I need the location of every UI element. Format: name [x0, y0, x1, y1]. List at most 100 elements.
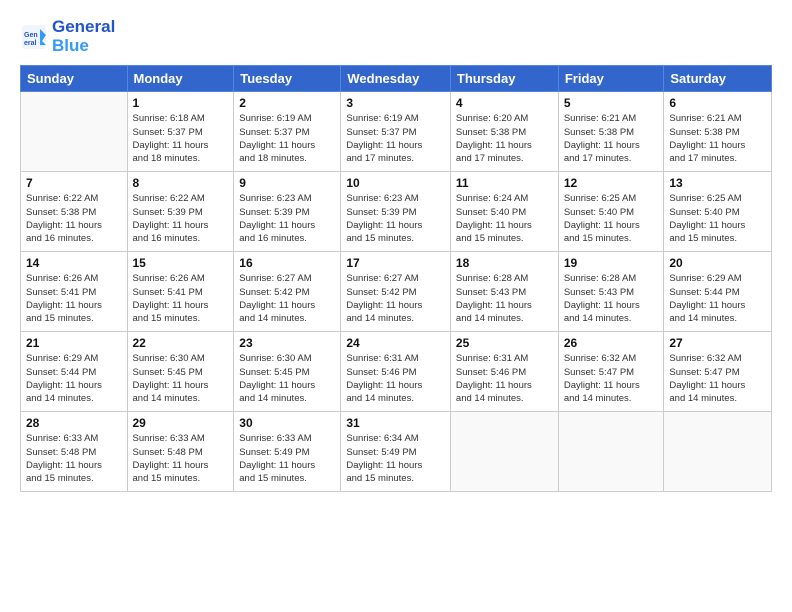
day-cell: 18 Sunrise: 6:28 AM Sunset: 5:43 PM Dayli… [450, 252, 558, 332]
day-info: Sunrise: 6:32 AM Sunset: 5:47 PM Dayligh… [564, 352, 659, 405]
day-cell: 24 Sunrise: 6:31 AM Sunset: 5:46 PM Dayli… [341, 332, 451, 412]
weekday-header-thursday: Thursday [450, 66, 558, 92]
day-info: Sunrise: 6:23 AM Sunset: 5:39 PM Dayligh… [346, 192, 445, 245]
day-cell: 12 Sunrise: 6:25 AM Sunset: 5:40 PM Dayli… [558, 172, 664, 252]
day-number: 19 [564, 256, 659, 270]
day-number: 30 [239, 416, 335, 430]
day-number: 21 [26, 336, 122, 350]
day-cell: 23 Sunrise: 6:30 AM Sunset: 5:45 PM Dayli… [234, 332, 341, 412]
day-info: Sunrise: 6:27 AM Sunset: 5:42 PM Dayligh… [346, 272, 445, 325]
day-cell [558, 412, 664, 492]
day-cell: 8Sunrise: 6:22 AM Sunset: 5:39 PM Daylig… [127, 172, 234, 252]
day-cell [450, 412, 558, 492]
day-number: 16 [239, 256, 335, 270]
day-cell: 25 Sunrise: 6:31 AM Sunset: 5:46 PM Dayli… [450, 332, 558, 412]
day-number: 18 [456, 256, 553, 270]
day-number: 23 [239, 336, 335, 350]
day-info: Sunrise: 6:28 AM Sunset: 5:43 PM Dayligh… [456, 272, 553, 325]
day-info: Sunrise: 6:25 AM Sunset: 5:40 PM Dayligh… [564, 192, 659, 245]
logo-icon: Gen eral [20, 23, 48, 51]
day-info: Sunrise: 6:31 AM Sunset: 5:46 PM Dayligh… [346, 352, 445, 405]
day-number: 17 [346, 256, 445, 270]
day-cell: 22 Sunrise: 6:30 AM Sunset: 5:45 PM Dayli… [127, 332, 234, 412]
weekday-header-row: SundayMondayTuesdayWednesdayThursdayFrid… [21, 66, 772, 92]
day-info: Sunrise: 6:30 AM Sunset: 5:45 PM Dayligh… [133, 352, 229, 405]
day-info: Sunrise: 6:26 AM Sunset: 5:41 PM Dayligh… [133, 272, 229, 325]
day-number: 8 [133, 176, 229, 190]
day-number: 20 [669, 256, 766, 270]
weekday-header-tuesday: Tuesday [234, 66, 341, 92]
day-number: 6 [669, 96, 766, 110]
day-cell: 29 Sunrise: 6:33 AM Sunset: 5:48 PM Dayli… [127, 412, 234, 492]
day-cell: 4Sunrise: 6:20 AM Sunset: 5:38 PM Daylig… [450, 92, 558, 172]
day-cell: 2 Sunrise: 6:19 AM Sunset: 5:37 PM Daylig… [234, 92, 341, 172]
svg-text:eral: eral [24, 40, 37, 47]
day-number: 2 [239, 96, 335, 110]
day-cell: 28Sunrise: 6:33 AM Sunset: 5:48 PM Dayli… [21, 412, 128, 492]
day-cell: 17 Sunrise: 6:27 AM Sunset: 5:42 PM Dayli… [341, 252, 451, 332]
day-info: Sunrise: 6:21 AM Sunset: 5:38 PM Dayligh… [564, 112, 659, 165]
day-info: Sunrise: 6:28 AM Sunset: 5:43 PM Dayligh… [564, 272, 659, 325]
day-number: 7 [26, 176, 122, 190]
day-info: Sunrise: 6:33 AM Sunset: 5:49 PM Dayligh… [239, 432, 335, 485]
day-cell: 11 Sunrise: 6:24 AM Sunset: 5:40 PM Dayli… [450, 172, 558, 252]
day-info: Sunrise: 6:30 AM Sunset: 5:45 PM Dayligh… [239, 352, 335, 405]
calendar: SundayMondayTuesdayWednesdayThursdayFrid… [20, 65, 772, 492]
day-number: 9 [239, 176, 335, 190]
day-cell: 15 Sunrise: 6:26 AM Sunset: 5:41 PM Dayli… [127, 252, 234, 332]
day-cell: 27 Sunrise: 6:32 AM Sunset: 5:47 PM Dayli… [664, 332, 772, 412]
day-info: Sunrise: 6:20 AM Sunset: 5:38 PM Dayligh… [456, 112, 553, 165]
day-cell: 19 Sunrise: 6:28 AM Sunset: 5:43 PM Dayli… [558, 252, 664, 332]
weekday-header-saturday: Saturday [664, 66, 772, 92]
svg-text:Gen: Gen [24, 32, 38, 39]
week-row-4: 21Sunrise: 6:29 AM Sunset: 5:44 PM Dayli… [21, 332, 772, 412]
day-info: Sunrise: 6:18 AM Sunset: 5:37 PM Dayligh… [133, 112, 229, 165]
day-info: Sunrise: 6:29 AM Sunset: 5:44 PM Dayligh… [669, 272, 766, 325]
day-number: 10 [346, 176, 445, 190]
day-cell: 7Sunrise: 6:22 AM Sunset: 5:38 PM Daylig… [21, 172, 128, 252]
weekday-header-wednesday: Wednesday [341, 66, 451, 92]
week-row-3: 14 Sunrise: 6:26 AM Sunset: 5:41 PM Dayli… [21, 252, 772, 332]
day-info: Sunrise: 6:34 AM Sunset: 5:49 PM Dayligh… [346, 432, 445, 485]
day-number: 3 [346, 96, 445, 110]
day-number: 31 [346, 416, 445, 430]
day-number: 22 [133, 336, 229, 350]
day-cell: 30 Sunrise: 6:33 AM Sunset: 5:49 PM Dayli… [234, 412, 341, 492]
day-cell [664, 412, 772, 492]
day-number: 11 [456, 176, 553, 190]
day-info: Sunrise: 6:27 AM Sunset: 5:42 PM Dayligh… [239, 272, 335, 325]
day-cell: 10 Sunrise: 6:23 AM Sunset: 5:39 PM Dayli… [341, 172, 451, 252]
week-row-5: 28Sunrise: 6:33 AM Sunset: 5:48 PM Dayli… [21, 412, 772, 492]
day-info: Sunrise: 6:33 AM Sunset: 5:48 PM Dayligh… [133, 432, 229, 485]
weekday-header-sunday: Sunday [21, 66, 128, 92]
day-number: 14 [26, 256, 122, 270]
day-cell: 6Sunrise: 6:21 AM Sunset: 5:38 PM Daylig… [664, 92, 772, 172]
logo: Gen eral General Blue [20, 18, 115, 55]
header: Gen eral General Blue [20, 18, 772, 55]
day-number: 27 [669, 336, 766, 350]
day-cell: 1 Sunrise: 6:18 AM Sunset: 5:37 PM Daylig… [127, 92, 234, 172]
day-info: Sunrise: 6:24 AM Sunset: 5:40 PM Dayligh… [456, 192, 553, 245]
day-number: 13 [669, 176, 766, 190]
day-info: Sunrise: 6:25 AM Sunset: 5:40 PM Dayligh… [669, 192, 766, 245]
day-info: Sunrise: 6:31 AM Sunset: 5:46 PM Dayligh… [456, 352, 553, 405]
day-cell: 5Sunrise: 6:21 AM Sunset: 5:38 PM Daylig… [558, 92, 664, 172]
day-number: 25 [456, 336, 553, 350]
week-row-2: 7Sunrise: 6:22 AM Sunset: 5:38 PM Daylig… [21, 172, 772, 252]
day-cell: 3Sunrise: 6:19 AM Sunset: 5:37 PM Daylig… [341, 92, 451, 172]
page: Gen eral General Blue SundayMondayTuesda… [0, 0, 792, 612]
logo-blue: Blue [52, 37, 115, 56]
day-number: 1 [133, 96, 229, 110]
day-number: 29 [133, 416, 229, 430]
day-number: 12 [564, 176, 659, 190]
day-info: Sunrise: 6:23 AM Sunset: 5:39 PM Dayligh… [239, 192, 335, 245]
day-info: Sunrise: 6:19 AM Sunset: 5:37 PM Dayligh… [239, 112, 335, 165]
day-number: 15 [133, 256, 229, 270]
day-cell [21, 92, 128, 172]
day-cell: 31 Sunrise: 6:34 AM Sunset: 5:49 PM Dayli… [341, 412, 451, 492]
weekday-header-monday: Monday [127, 66, 234, 92]
day-cell: 16 Sunrise: 6:27 AM Sunset: 5:42 PM Dayli… [234, 252, 341, 332]
day-number: 24 [346, 336, 445, 350]
day-info: Sunrise: 6:32 AM Sunset: 5:47 PM Dayligh… [669, 352, 766, 405]
logo-general: General [52, 17, 115, 36]
